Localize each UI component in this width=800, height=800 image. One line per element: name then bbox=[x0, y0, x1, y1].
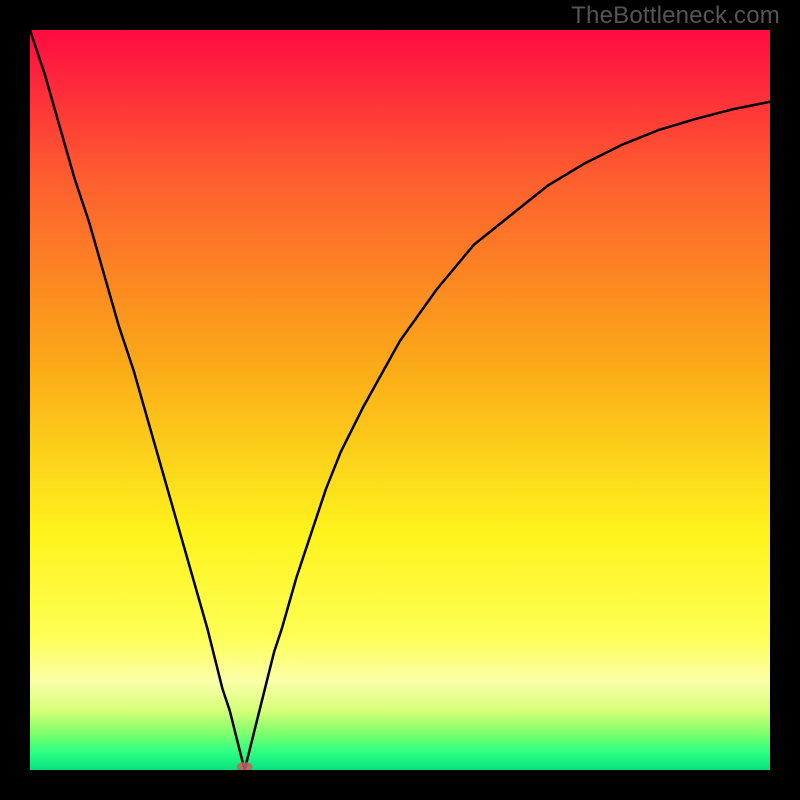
plot-svg bbox=[30, 30, 770, 770]
chart-frame: TheBottleneck.com bbox=[0, 0, 800, 800]
plot-area bbox=[30, 30, 770, 770]
watermark: TheBottleneck.com bbox=[571, 2, 780, 30]
